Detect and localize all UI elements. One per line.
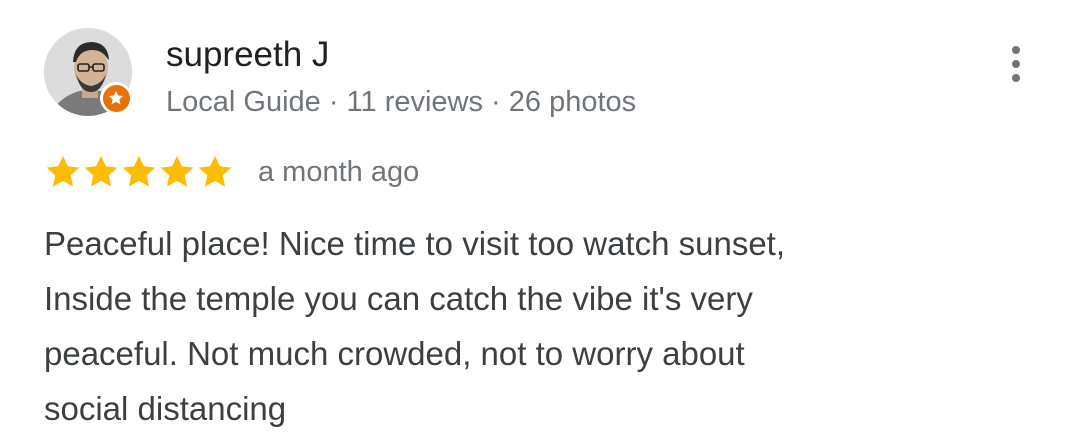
- author-name[interactable]: supreeth J: [166, 34, 329, 76]
- review-text-line: peaceful. Not much crowded, not to worry…: [44, 335, 745, 372]
- local-guide-star-icon: [102, 84, 130, 112]
- review-text-line: social distancing: [44, 390, 287, 427]
- star-icon: [198, 155, 232, 187]
- more-vert-dot: [1012, 74, 1020, 82]
- star-icon: [46, 155, 80, 187]
- review-date: a month ago: [258, 156, 420, 188]
- review-text-line: Inside the temple you can catch the vibe…: [44, 280, 753, 317]
- review-card: supreeth J Local Guide · 11 reviews · 26…: [0, 0, 1080, 442]
- more-vert-dot: [1012, 60, 1020, 68]
- author-meta: Local Guide · 11 reviews · 26 photos: [166, 86, 637, 118]
- star-rating: [44, 153, 234, 191]
- star-icon: [122, 155, 156, 187]
- star-icon: [160, 155, 194, 187]
- rating-row: a month ago: [44, 150, 419, 194]
- star-icon: [84, 155, 118, 187]
- local-guide-badge: [100, 82, 132, 114]
- more-vert-icon: [1012, 46, 1020, 54]
- author-avatar[interactable]: [44, 28, 132, 116]
- more-options-button[interactable]: [996, 40, 1036, 88]
- review-text: Peaceful place! Nice time to visit too w…: [44, 216, 1044, 436]
- review-text-line: Peaceful place! Nice time to visit too w…: [44, 225, 786, 262]
